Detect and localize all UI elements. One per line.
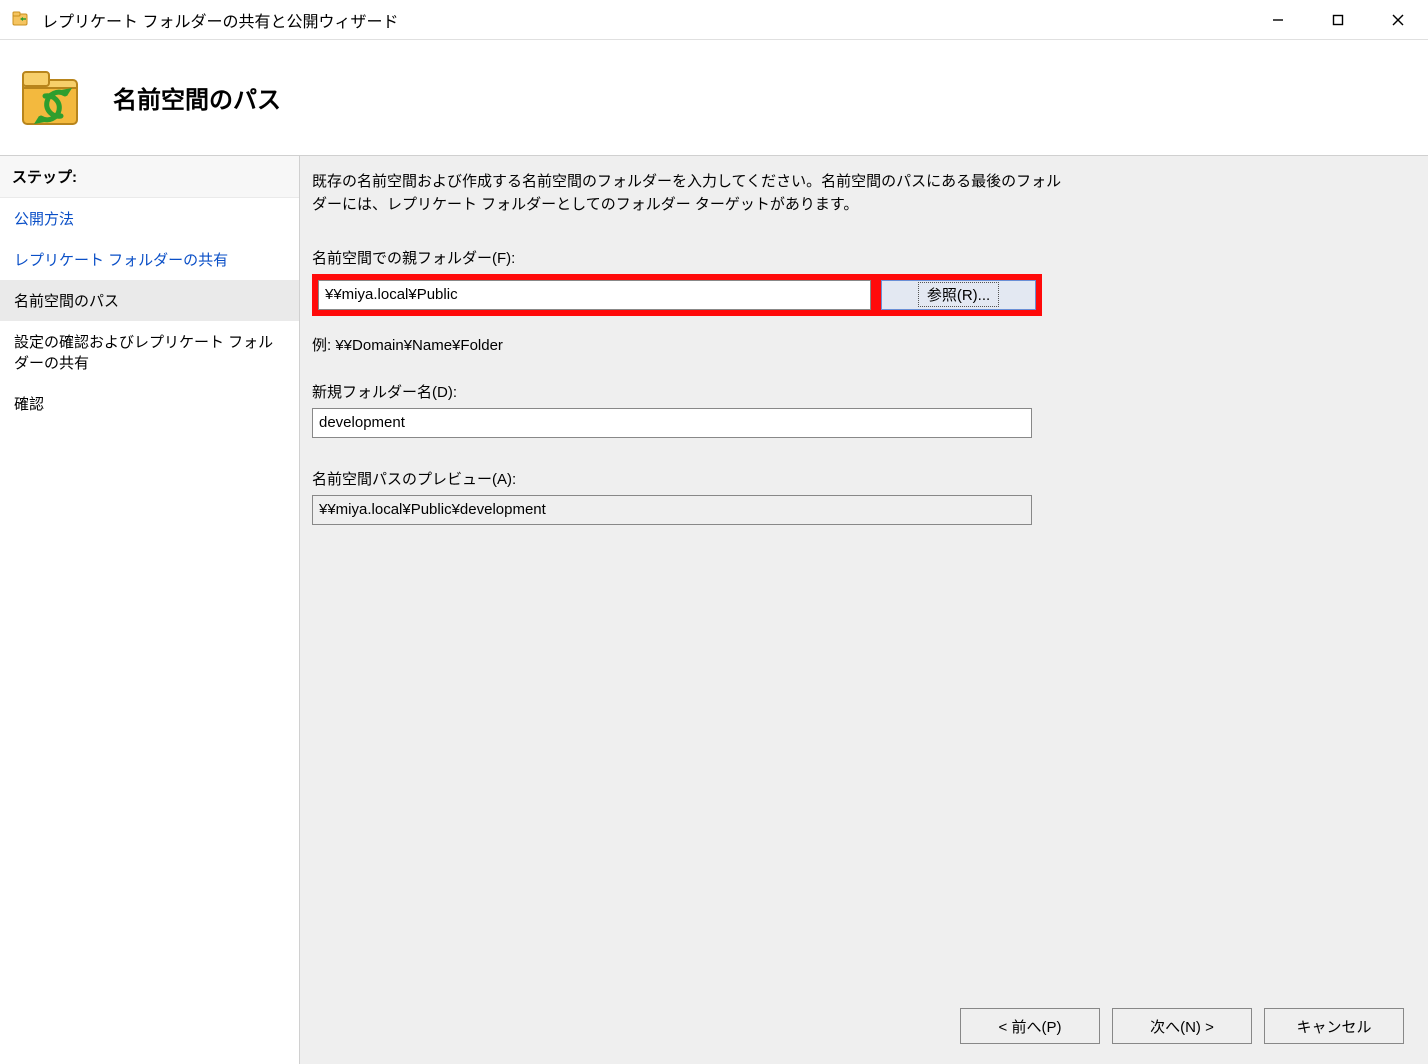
close-button[interactable]	[1368, 0, 1428, 40]
wizard-footer-buttons: < 前へ(P) 次へ(N) > キャンセル	[960, 1008, 1404, 1044]
wizard-header-icon	[12, 55, 97, 140]
steps-sidebar: ステップ: 公開方法 レプリケート フォルダーの共有 名前空間のパス 設定の確認…	[0, 155, 300, 1064]
instruction-text: 既存の名前空間および作成する名前空間のフォルダーを入力してください。名前空間のパ…	[312, 170, 1072, 217]
steps-heading: ステップ:	[0, 156, 299, 198]
wizard-content: 既存の名前空間および作成する名前空間のフォルダーを入力してください。名前空間のパ…	[300, 155, 1428, 1064]
parent-folder-label: 名前空間での親フォルダー(F):	[312, 247, 1400, 268]
namespace-path-preview: ¥¥miya.local¥Public¥development	[312, 495, 1032, 525]
preview-label: 名前空間パスのプレビュー(A):	[312, 468, 1400, 489]
browse-button-label: 参照(R)...	[918, 282, 999, 307]
new-folder-name-input[interactable]	[312, 408, 1032, 438]
parent-folder-highlight: 参照(R)...	[312, 274, 1042, 316]
wizard-header: 名前空間のパス	[0, 40, 1428, 155]
step-namespace-path[interactable]: 名前空間のパス	[0, 280, 299, 321]
window-controls	[1248, 0, 1428, 40]
wizard-app-icon	[10, 8, 34, 32]
browse-button[interactable]: 参照(R)...	[881, 280, 1036, 310]
maximize-button[interactable]	[1308, 0, 1368, 40]
new-folder-name-label: 新規フォルダー名(D):	[312, 381, 1400, 402]
step-share-replicated-folder[interactable]: レプリケート フォルダーの共有	[0, 239, 299, 280]
step-confirmation: 確認	[0, 383, 299, 424]
cancel-button[interactable]: キャンセル	[1264, 1008, 1404, 1044]
previous-button[interactable]: < 前へ(P)	[960, 1008, 1100, 1044]
titlebar: レプリケート フォルダーの共有と公開ウィザード	[0, 0, 1428, 40]
wizard-page-title: 名前空間のパス	[113, 80, 281, 115]
example-text: 例: ¥¥Domain¥Name¥Folder	[312, 334, 1400, 355]
next-button[interactable]: 次へ(N) >	[1112, 1008, 1252, 1044]
minimize-button[interactable]	[1248, 0, 1308, 40]
preview-value: ¥¥miya.local¥Public¥development	[319, 501, 546, 518]
window-title: レプリケート フォルダーの共有と公開ウィザード	[42, 8, 1248, 32]
step-review-settings: 設定の確認およびレプリケート フォルダーの共有	[0, 321, 299, 383]
step-publish-method[interactable]: 公開方法	[0, 198, 299, 239]
parent-folder-input[interactable]	[318, 280, 871, 310]
